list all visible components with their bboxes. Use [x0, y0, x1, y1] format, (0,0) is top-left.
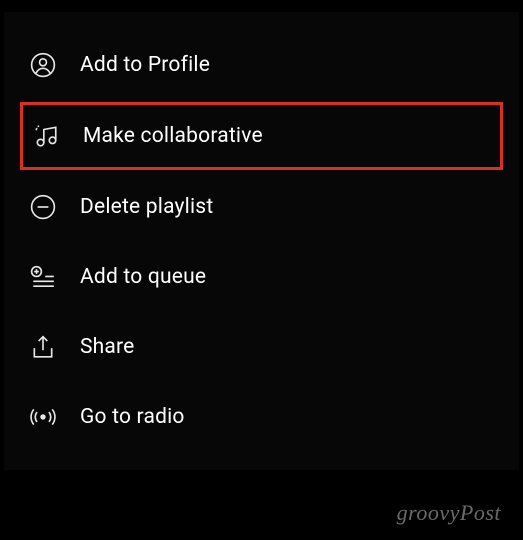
menu-item-label: Go to radio [80, 405, 185, 429]
context-menu: Add to Profile Make collaborative Delete… [4, 12, 519, 470]
menu-item-label: Make collaborative [83, 124, 263, 148]
minus-circle-icon [30, 194, 56, 220]
radio-icon [30, 404, 56, 430]
menu-item-make-collaborative[interactable]: Make collaborative [20, 102, 503, 170]
menu-item-go-to-radio[interactable]: Go to radio [4, 382, 519, 452]
watermark: groovyPost [397, 500, 501, 526]
menu-item-add-to-queue[interactable]: Add to queue [4, 242, 519, 312]
menu-item-label: Share [80, 335, 135, 359]
menu-item-label: Add to Profile [80, 53, 210, 77]
profile-icon [30, 52, 56, 78]
share-icon [30, 334, 56, 360]
menu-item-delete-playlist[interactable]: Delete playlist [4, 172, 519, 242]
music-note-icon [33, 123, 59, 149]
menu-item-add-to-profile[interactable]: Add to Profile [4, 30, 519, 100]
menu-item-label: Delete playlist [80, 195, 213, 219]
menu-item-share[interactable]: Share [4, 312, 519, 382]
menu-item-label: Add to queue [80, 265, 206, 289]
add-queue-icon [30, 264, 56, 290]
